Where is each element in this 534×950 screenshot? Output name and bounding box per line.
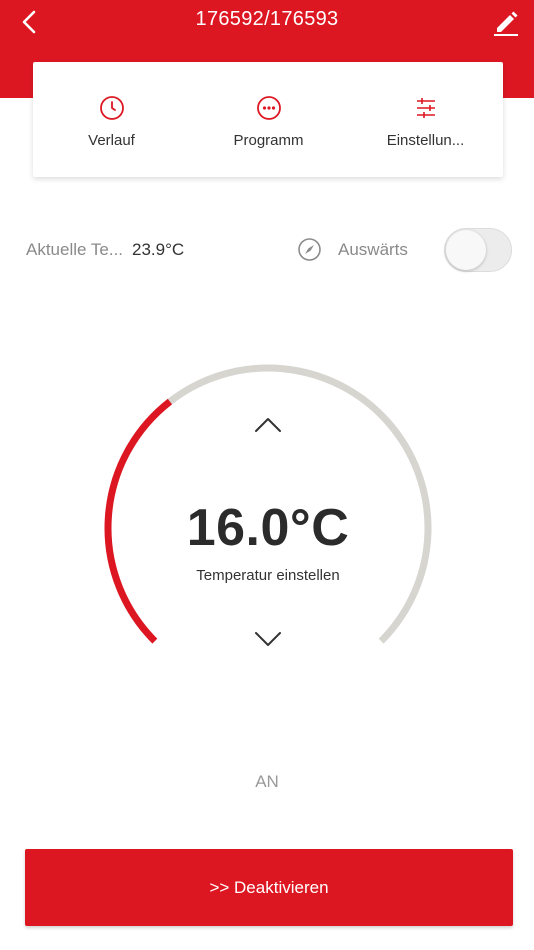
more-dots-icon [256,96,281,120]
tab-verlauf[interactable]: Verlauf [33,62,190,177]
tab-einstellungen[interactable]: Einstellun... [347,62,504,177]
tab-programm[interactable]: Programm [190,62,347,177]
tab-label: Programm [233,132,304,149]
tab-bar: Verlauf Programm Einstellun... [33,62,503,177]
compass-icon [298,238,321,261]
deactivate-button[interactable]: >> Deaktivieren [25,849,513,926]
power-status-text: AN [255,772,279,791]
pencil-icon [494,11,518,36]
set-temperature-caption: Temperatur einstellen [196,567,340,584]
toggle-knob [446,230,486,270]
set-temperature-value: 16.0°C [186,499,350,557]
decrease-temperature-button[interactable] [252,628,284,650]
current-temperature-value: 23.9°C [132,240,185,259]
current-temperature-label: Aktuelle Te... [26,240,124,259]
away-mode-label: Auswärts [338,240,408,259]
clock-icon [99,96,124,120]
tab-label: Einstellun... [386,132,465,149]
page-title: 176592/176593 [195,8,339,30]
away-mode-toggle[interactable] [444,228,512,272]
edit-button[interactable] [490,6,522,38]
sliders-icon [416,98,435,118]
tab-label: Verlauf [88,132,135,149]
thermostat-screen: 176592/176593 Verlauf Programm Einstellu… [0,0,534,950]
increase-temperature-button[interactable] [252,414,284,436]
deactivate-button-label: >> Deaktivieren [209,878,329,897]
